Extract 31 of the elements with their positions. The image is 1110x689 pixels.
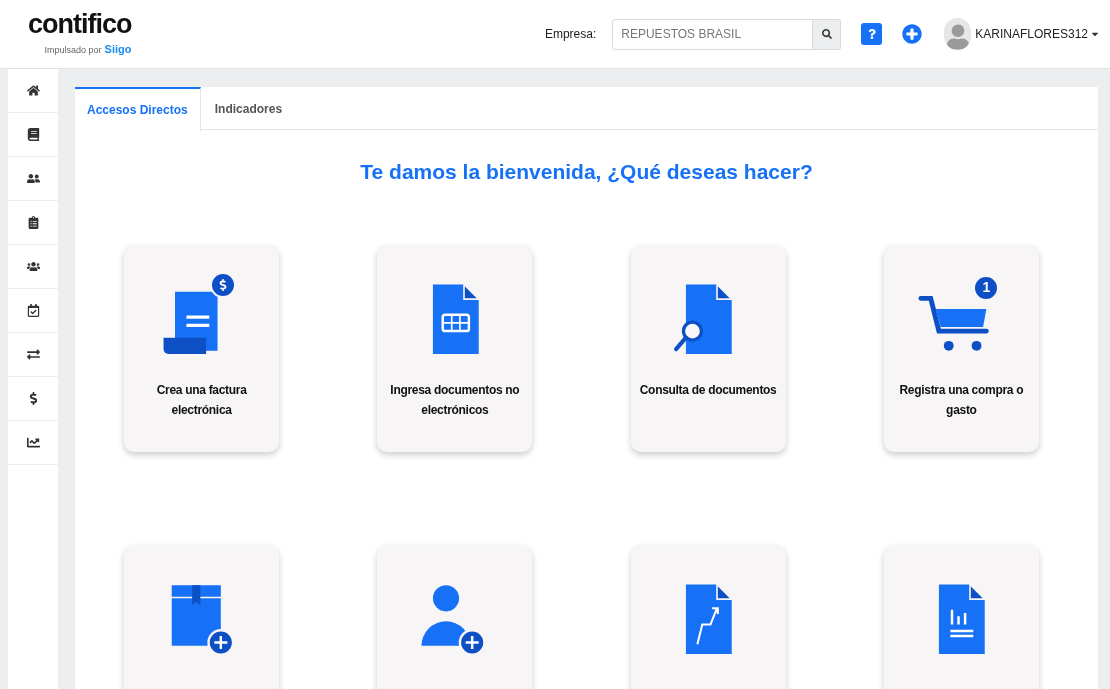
people-icon[interactable] <box>26 172 40 185</box>
company-label: Empresa: <box>544 26 597 43</box>
logo[interactable]: contifico <box>28 10 132 38</box>
shortcut-card[interactable] <box>124 544 280 689</box>
tab[interactable]: Indicadores <box>200 87 297 130</box>
shortcut-card[interactable]: Crea una factura electrónica <box>124 244 280 452</box>
add-icon[interactable] <box>902 24 923 44</box>
welcome-heading: Te damos la bienvenida, ¿Qué deseas hacer? <box>359 159 814 185</box>
shortcut-card[interactable]: Consulta de documentos <box>630 244 786 452</box>
checklist-icon[interactable] <box>26 304 40 317</box>
count-label: 1 <box>973 274 1000 301</box>
group-icon[interactable] <box>26 260 40 273</box>
shortcut-card[interactable]: Ingresa documentos no electrónicos <box>377 244 533 452</box>
help-icon[interactable] <box>861 23 883 45</box>
shortcut-card[interactable]: 1 Registra una compra o gasto <box>883 244 1039 452</box>
search-button[interactable] <box>813 18 842 50</box>
book-icon[interactable] <box>26 128 40 141</box>
tab[interactable]: Accesos Directos <box>75 87 201 131</box>
search-icon[interactable] <box>821 29 832 39</box>
logo-tagline: Impulsado por <box>44 43 102 57</box>
shortcut-card[interactable] <box>883 544 1039 689</box>
clipboard-icon[interactable] <box>26 216 40 229</box>
user-name[interactable]: KARINAFLORES312 <box>975 25 1088 43</box>
chart-icon[interactable] <box>26 436 40 449</box>
transfer-icon[interactable] <box>26 348 40 361</box>
company-field[interactable]: REPUESTOS BRASIL <box>612 18 814 50</box>
shortcut-card[interactable] <box>377 544 533 689</box>
avatar[interactable] <box>944 18 972 50</box>
shortcut-card[interactable] <box>630 544 786 689</box>
partner-logo: Siigo <box>104 41 132 57</box>
home-icon[interactable] <box>26 84 40 97</box>
